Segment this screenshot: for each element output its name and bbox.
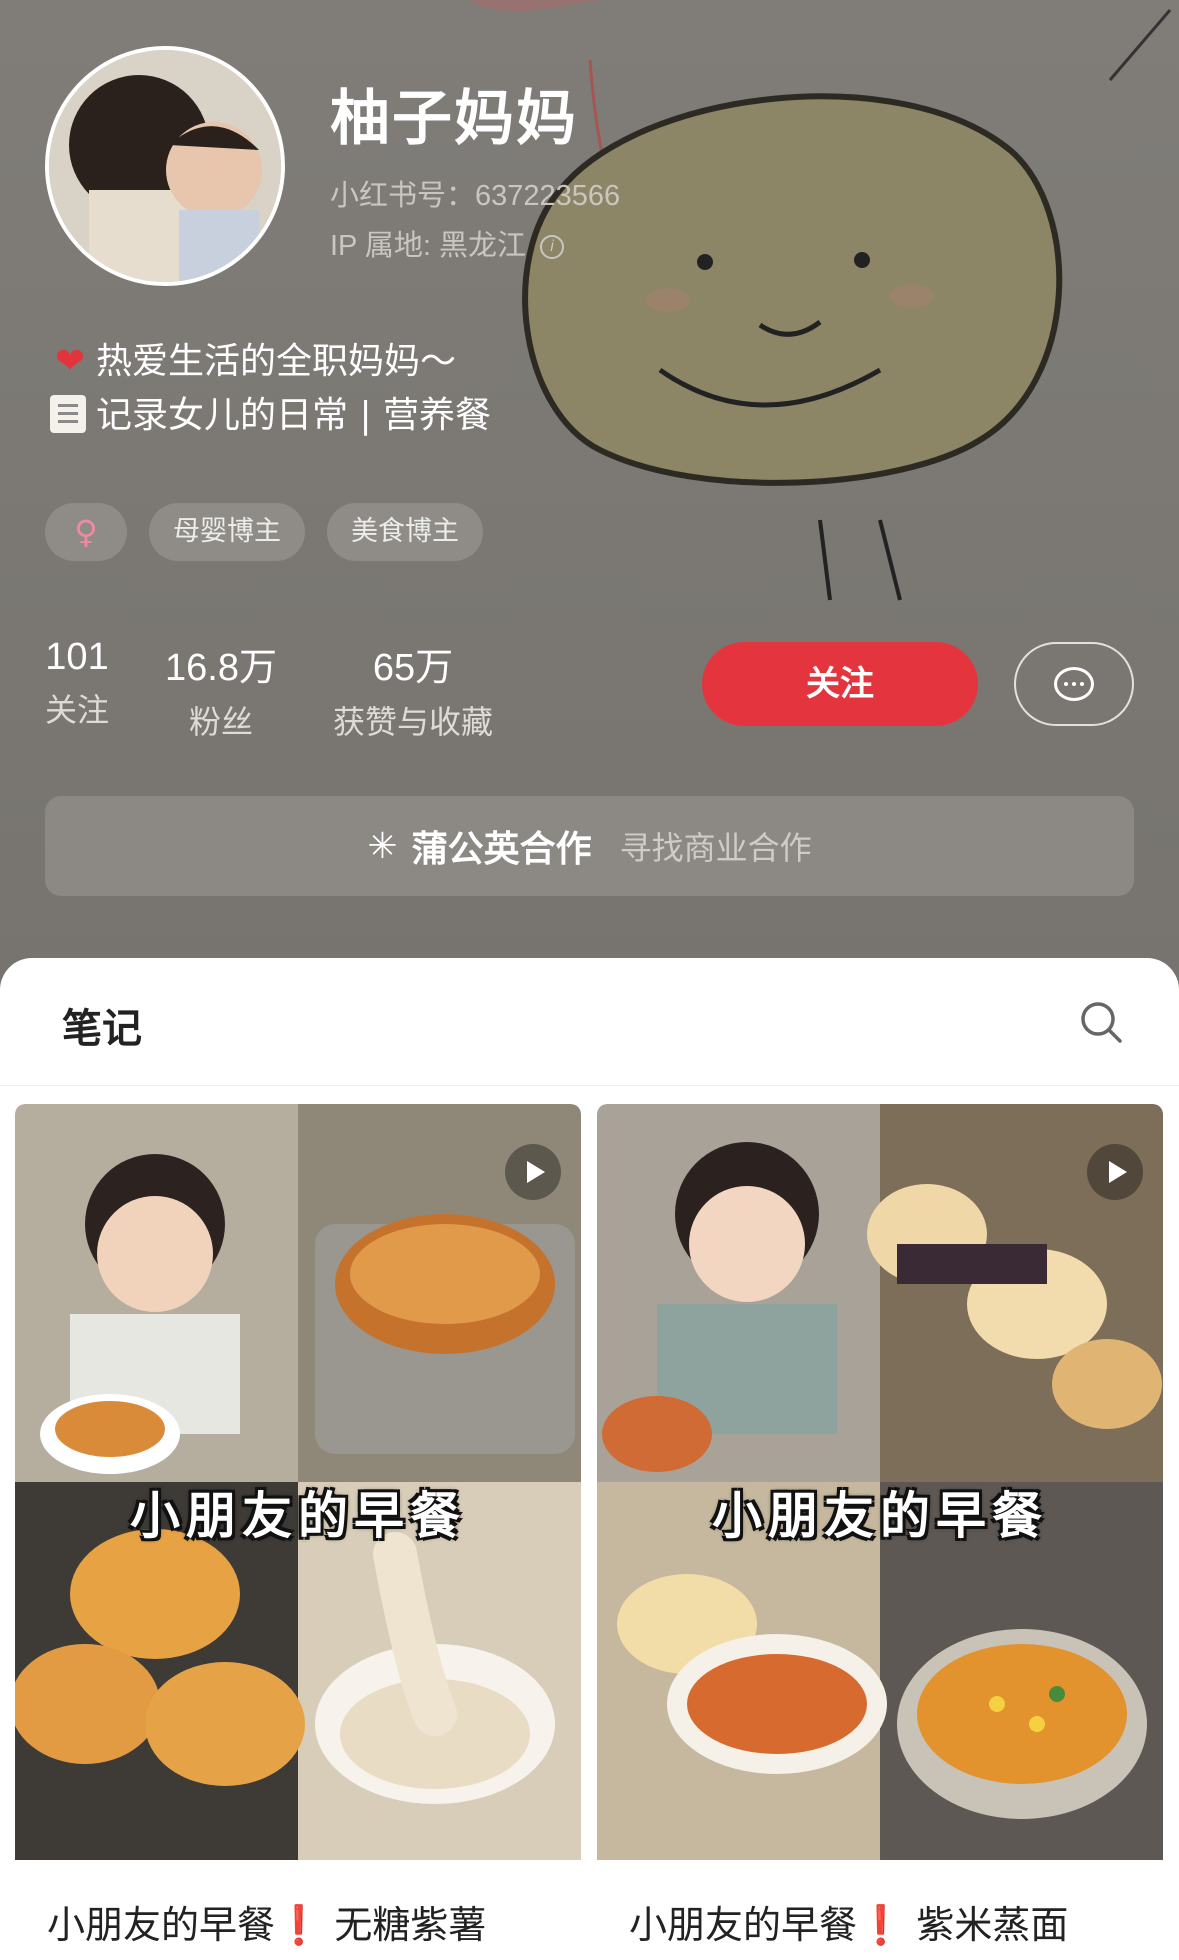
note-card[interactable]: 小朋友的早餐 小朋友的早餐❗ 紫米蒸面 (597, 1104, 1163, 1949)
tag-food[interactable]: 美食博主 (327, 503, 483, 561)
exclamation-icon: ❗ (275, 1903, 323, 1947)
collab-subtitle: 寻找商业合作 (619, 829, 812, 867)
stat-likes[interactable]: 65万 获赞与收藏 (333, 636, 493, 743)
followers-count: 16.8万 (165, 647, 277, 689)
note-title: 小朋友的早餐❗ 紫米蒸面 (597, 1860, 1163, 1949)
note-title-suffix: 无糖紫薯 (322, 1903, 487, 1947)
bio-text-2: 记录女儿的日常 | 营养餐 (96, 395, 492, 436)
note-cover: 小朋友的早餐 (15, 1104, 581, 1860)
bio-text-1: 热爱生活的全职妈妈～ (96, 341, 457, 382)
exclamation-icon: ❗ (857, 1903, 905, 1947)
heart-icon: ❤ (54, 341, 86, 382)
message-icon (1054, 667, 1094, 701)
ip-location: IP 属地: 黑龙江 i (330, 222, 565, 264)
stats: 101 关注 16.8万 粉丝 65万 获赞与收藏 (45, 636, 549, 743)
stat-following[interactable]: 101 关注 (45, 636, 109, 743)
note-title-prefix: 小朋友的早餐 (47, 1903, 276, 1947)
tab-bar: 笔记 (0, 958, 1179, 1086)
stat-followers[interactable]: 16.8万 粉丝 (165, 636, 277, 743)
avatar-image (49, 50, 281, 282)
message-button[interactable] (1014, 642, 1134, 726)
notes-grid: 小朋友的早餐 小朋友的早餐❗ 无糖紫薯 小朋友的早餐 小朋友的早餐❗ 紫米蒸面 (15, 1104, 1164, 1949)
likes-count: 65万 (372, 647, 454, 689)
avatar[interactable] (45, 46, 285, 286)
play-icon (1087, 1144, 1143, 1200)
ip-location-text: IP 属地: 黑龙江 (330, 230, 527, 262)
following-count: 101 (45, 636, 109, 678)
collab-banner[interactable]: ✳ 蒲公英合作 寻找商业合作 (45, 796, 1134, 896)
tag-list: ♀ 母婴博主 美食博主 (45, 503, 483, 561)
note-title: 小朋友的早餐❗ 无糖紫薯 (15, 1860, 581, 1949)
note-card[interactable]: 小朋友的早餐 小朋友的早餐❗ 无糖紫薯 (15, 1104, 581, 1949)
note-title-suffix: 紫米蒸面 (904, 1903, 1069, 1947)
bio-line-1: ❤ 热爱生活的全职妈妈～ (50, 335, 491, 389)
memo-icon (50, 395, 86, 433)
following-label: 关注 (45, 691, 110, 729)
likes-label: 获赞与收藏 (332, 703, 493, 741)
play-icon (505, 1144, 561, 1200)
follow-button[interactable]: 关注 (702, 642, 978, 726)
tab-notes[interactable]: 笔记 (62, 996, 142, 1054)
bio-line-2: 记录女儿的日常 | 营养餐 (50, 389, 491, 443)
female-icon: ♀ (45, 503, 127, 561)
content-panel: 笔记 小朋友的早餐 小朋友的早餐❗ 无糖紫薯 小朋友的早餐 小朋友的早餐❗ 紫米… (0, 958, 1179, 1960)
note-title-prefix: 小朋友的早餐 (629, 1903, 858, 1947)
nickname: 柚子妈妈 (330, 84, 578, 154)
collab-title: 蒲公英合作 (411, 829, 592, 870)
redbook-id: 小红书号：637223566 (330, 180, 621, 212)
info-icon[interactable]: i (540, 235, 565, 260)
followers-label: 粉丝 (188, 703, 253, 741)
search-icon[interactable] (1079, 1000, 1123, 1044)
cover-overlay-text: 小朋友的早餐 (712, 1487, 1048, 1545)
dandelion-icon: ✳ (367, 825, 398, 867)
cover-overlay-text: 小朋友的早餐 (130, 1487, 466, 1545)
tag-parenting[interactable]: 母婴博主 (149, 503, 305, 561)
bio: ❤ 热爱生活的全职妈妈～ 记录女儿的日常 | 营养餐 (50, 335, 491, 443)
note-cover: 小朋友的早餐 (597, 1104, 1163, 1860)
profile-header: 柚子妈妈 小红书号：637223566 IP 属地: 黑龙江 i ❤ 热爱生活的全职… (0, 0, 1179, 980)
